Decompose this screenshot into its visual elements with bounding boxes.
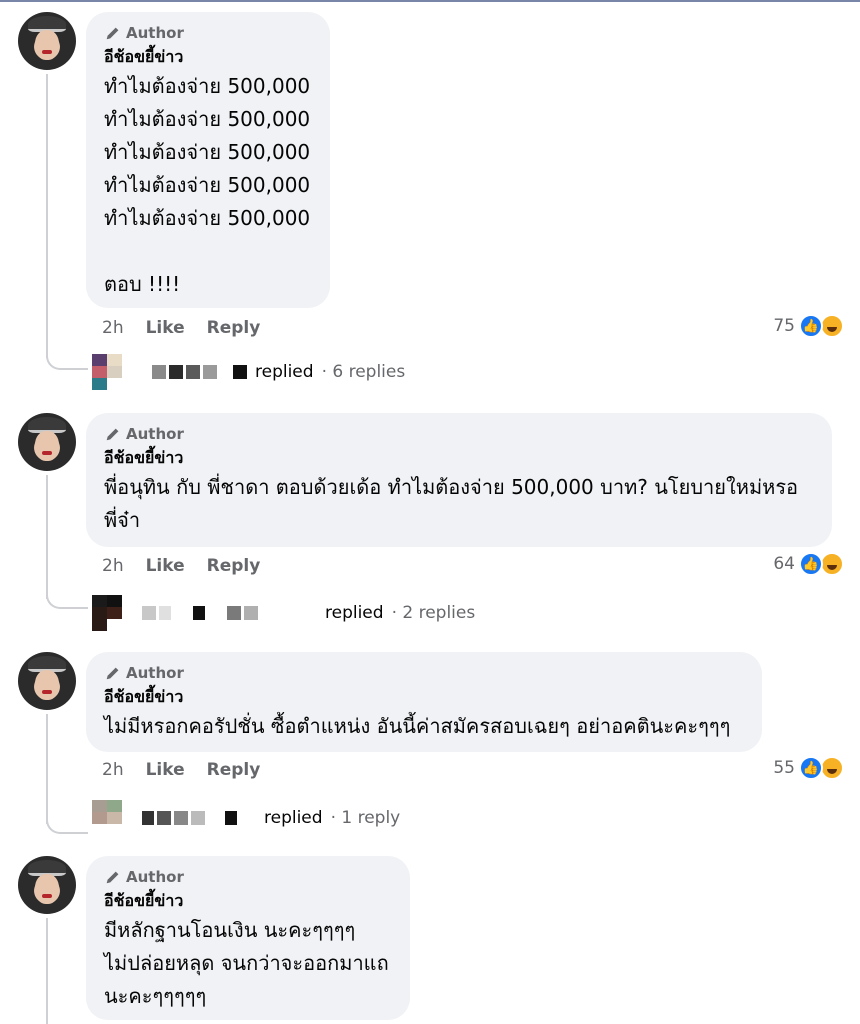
thread-connector-curve <box>46 816 88 834</box>
replies-link[interactable]: replied · 2 replies <box>92 595 475 631</box>
reaction-summary[interactable]: 75 👍 <box>773 314 844 338</box>
reply-count: · 2 replies <box>391 603 476 623</box>
avatar[interactable] <box>18 12 76 70</box>
author-name[interactable]: อีช้อขยี้ข่าว <box>104 888 392 914</box>
replies-link[interactable]: replied · 1 reply <box>92 800 400 836</box>
comment-time[interactable]: 2h <box>102 556 124 576</box>
comment-thread: Author อีช้อขยี้ข่าว มีหลักฐานโอนเงิน นะ… <box>0 856 860 1024</box>
comment-text: พี่อนุทิน กับ พี่ชาดา ตอบด้วยเด้อ ทำไมต้… <box>104 475 799 532</box>
redacted-name <box>142 606 317 620</box>
reply-avatar <box>92 354 122 390</box>
comment-bubble: Author อีช้อขยี้ข่าว มีหลักฐานโอนเงิน นะ… <box>86 856 410 1020</box>
reaction-count: 75 <box>773 316 795 336</box>
haha-reaction-icon <box>820 756 844 780</box>
thread-connector-curve <box>46 352 88 370</box>
comment-thread: Author อีช้อขยี้ข่าว ทำไมต้องจ่าย 500,00… <box>0 12 860 392</box>
comment-time[interactable]: 2h <box>102 318 124 338</box>
reply-count: · 1 reply <box>330 808 401 828</box>
badge-label: Author <box>126 664 184 682</box>
thread-connector <box>46 74 48 358</box>
redacted-name <box>142 811 256 825</box>
thread-connector <box>46 714 48 824</box>
like-button[interactable]: Like <box>146 556 185 576</box>
comment-thread: Author อีช้อขยี้ข่าว พี่อนุทิน กับ พี่ชา… <box>0 413 860 633</box>
haha-reaction-icon <box>820 314 844 338</box>
author-badge: Author <box>104 866 392 888</box>
reaction-summary[interactable]: 55 👍 <box>773 756 844 780</box>
badge-label: Author <box>126 868 184 886</box>
thread-connector-curve <box>46 591 88 609</box>
reply-avatar <box>92 595 122 631</box>
avatar[interactable] <box>18 413 76 471</box>
reply-label: replied <box>325 603 384 623</box>
author-badge: Author <box>104 662 744 684</box>
redacted-name <box>152 365 247 379</box>
like-reaction-icon: 👍 <box>799 314 823 338</box>
comment-text: ไม่มีหรอกคอรัปชั่น ซื้อตำแหน่ง อันนี้ค่า… <box>104 714 731 738</box>
like-button[interactable]: Like <box>146 760 185 780</box>
comment-bubble: Author อีช้อขยี้ข่าว พี่อนุทิน กับ พี่ชา… <box>86 413 832 547</box>
haha-reaction-icon <box>820 552 844 576</box>
author-name[interactable]: อีช้อขยี้ข่าว <box>104 445 814 471</box>
comment-bubble: Author อีช้อขยี้ข่าว ไม่มีหรอกคอรัปชั่น … <box>86 652 762 752</box>
pencil-icon <box>106 871 119 884</box>
comment-bubble: Author อีช้อขยี้ข่าว ทำไมต้องจ่าย 500,00… <box>86 12 330 308</box>
comment-text: มีหลักฐานโอนเงิน นะคะๆๆๆๆ ไม่ปล่อยหลุด จ… <box>104 918 389 1008</box>
avatar[interactable] <box>18 652 76 710</box>
reply-count: · 6 replies <box>321 362 406 382</box>
like-button[interactable]: Like <box>146 318 185 338</box>
comment-actions: 2h Like Reply <box>102 760 260 780</box>
reply-button[interactable]: Reply <box>207 318 261 338</box>
comment-text: ทำไมต้องจ่าย 500,000 ทำไมต้องจ่าย 500,00… <box>104 74 311 296</box>
author-badge: Author <box>104 423 814 445</box>
reply-label: replied <box>255 362 314 382</box>
comment-actions: 2h Like Reply <box>102 318 260 338</box>
badge-label: Author <box>126 425 184 443</box>
author-badge: Author <box>104 22 312 44</box>
comment-actions: 2h Like Reply <box>102 556 260 576</box>
like-reaction-icon: 👍 <box>799 552 823 576</box>
reaction-count: 64 <box>773 554 795 574</box>
reaction-count: 55 <box>773 758 795 778</box>
replies-link[interactable]: replied · 6 replies <box>92 354 405 390</box>
comment-time[interactable]: 2h <box>102 760 124 780</box>
reply-button[interactable]: Reply <box>207 760 261 780</box>
badge-label: Author <box>126 24 184 42</box>
thread-connector <box>46 918 48 1024</box>
thread-connector <box>46 475 48 599</box>
like-reaction-icon: 👍 <box>799 756 823 780</box>
reply-button[interactable]: Reply <box>207 556 261 576</box>
pencil-icon <box>106 428 119 441</box>
reply-label: replied <box>264 808 323 828</box>
author-name[interactable]: อีช้อขยี้ข่าว <box>104 44 312 70</box>
avatar[interactable] <box>18 856 76 914</box>
comment-thread: Author อีช้อขยี้ข่าว ไม่มีหรอกคอรัปชั่น … <box>0 652 860 842</box>
pencil-icon <box>106 27 119 40</box>
author-name[interactable]: อีช้อขยี้ข่าว <box>104 684 744 710</box>
reaction-summary[interactable]: 64 👍 <box>773 552 844 576</box>
pencil-icon <box>106 667 119 680</box>
reply-avatar <box>92 800 122 836</box>
top-border <box>0 0 860 2</box>
